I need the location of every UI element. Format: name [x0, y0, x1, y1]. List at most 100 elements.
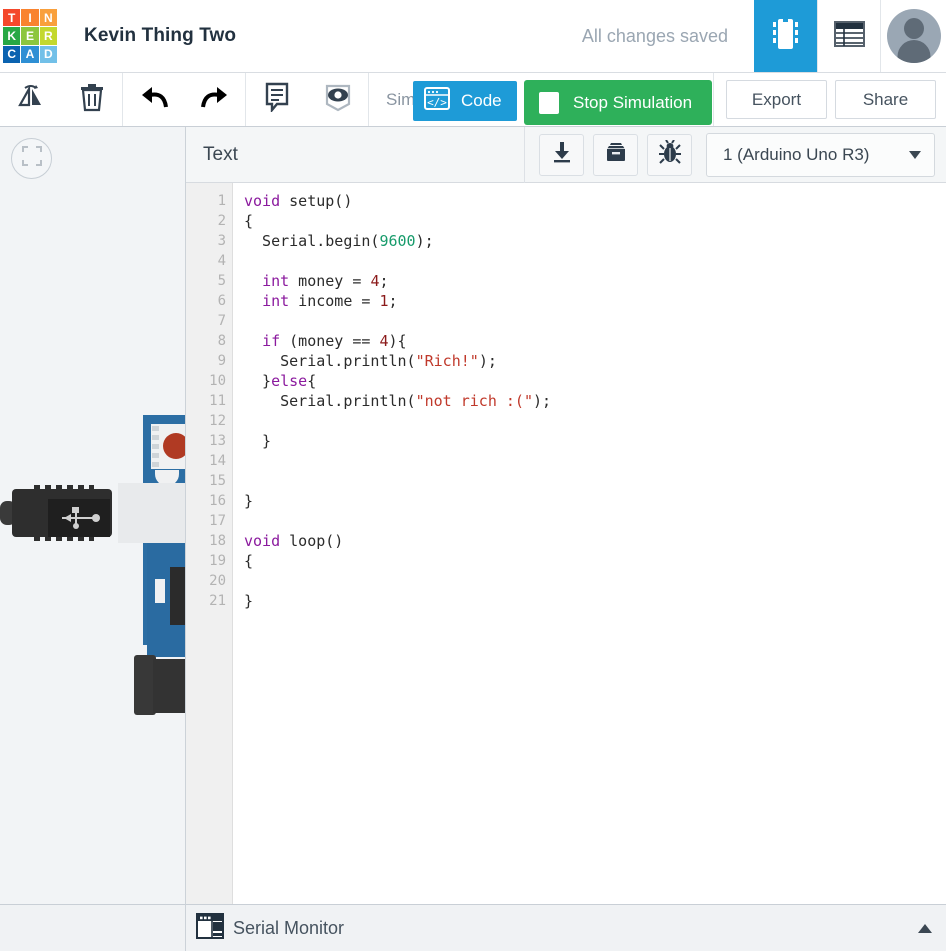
chevron-up-icon[interactable] [918, 923, 932, 933]
code-line: Serial.println("Rich!"); [244, 351, 946, 371]
toolbar-group-view [246, 73, 369, 126]
code-token: loop() [280, 532, 344, 550]
usb-icon [62, 507, 100, 529]
code-token: } [244, 492, 254, 510]
redo-button[interactable] [184, 73, 245, 126]
toolbar-group-actions: Export Share [713, 73, 946, 126]
line-number: 15 [209, 473, 226, 489]
line-number: 21 [209, 593, 226, 609]
redo-icon [200, 85, 230, 114]
code-token: ; [388, 292, 398, 310]
code-editor-panel: Text 1 (Arduino Uno R3) 1 2 3 4 5 6 7 8 … [186, 126, 946, 951]
code-token: } [244, 432, 272, 450]
avatar[interactable] [880, 0, 946, 72]
code-mode-label[interactable]: Text [186, 144, 524, 166]
tinkercad-circuits-app: TINKERCAD Kevin Thing Two All changes sa… [0, 0, 946, 951]
code-token: (money == [280, 332, 380, 350]
code-token: income = [289, 292, 380, 310]
code-line: { [244, 551, 946, 571]
code-text-area[interactable]: void setup(){ Serial.begin(9600); int mo… [233, 183, 946, 904]
line-number: 17 [209, 513, 226, 529]
code-token: } [244, 372, 272, 390]
line-number: 9 [217, 353, 226, 369]
download-code-button[interactable] [539, 133, 584, 176]
code-token: { [244, 552, 254, 570]
usb-symbol-plate [48, 499, 110, 537]
delete-button[interactable] [61, 73, 122, 126]
download-icon [551, 141, 573, 168]
code-token: { [307, 372, 317, 390]
logo-tile-e: E [21, 27, 39, 45]
line-number: 18 [209, 533, 226, 549]
tinkercad-logo[interactable]: TINKERCAD [0, 0, 60, 72]
undo-icon [139, 85, 169, 114]
board-capacitor [155, 579, 165, 603]
code-panel-header: Text 1 (Arduino Uno R3) [186, 126, 946, 183]
zoom-to-fit-button[interactable] [11, 138, 52, 179]
code-token: "not rich :(" [415, 392, 533, 410]
code-line: }else{ [244, 371, 946, 391]
editor-toolbar: Sim </> Code Stop Simulation Export Shar… [0, 73, 946, 127]
code-token: else [271, 372, 308, 390]
code-token: ){ [388, 332, 407, 350]
board-selector-value: 1 (Arduino Uno R3) [723, 144, 870, 164]
code-line: int money = 4; [244, 271, 946, 291]
code-token: "Rich!" [415, 352, 479, 370]
code-header-actions [525, 133, 706, 176]
page-title: Kevin Thing Two [84, 25, 237, 46]
rotate-button[interactable] [0, 73, 61, 126]
delete-icon [80, 83, 104, 117]
line-number: 12 [209, 413, 226, 429]
line-number: 19 [209, 553, 226, 569]
share-button[interactable]: Share [835, 80, 936, 119]
component-list-icon [833, 20, 865, 52]
code-line: { [244, 211, 946, 231]
line-number: 3 [217, 233, 226, 249]
component-list-button[interactable] [817, 0, 880, 72]
stop-icon [539, 91, 559, 114]
code-line: } [244, 591, 946, 611]
undo-button[interactable] [123, 73, 184, 126]
code-line: void loop() [244, 531, 946, 551]
code-button-label: Code [461, 91, 502, 110]
line-number: 14 [209, 453, 226, 469]
code-line: void setup() [244, 191, 946, 211]
archive-box-icon [604, 142, 628, 167]
line-number: 5 [217, 273, 226, 289]
components-panel-button[interactable] [754, 0, 817, 72]
code-token: ); [478, 352, 497, 370]
code-token: int [262, 272, 290, 290]
code-button[interactable]: </> Code [413, 81, 517, 121]
notes-button[interactable] [246, 73, 307, 126]
line-number: 10 [209, 373, 226, 389]
stop-simulation-button[interactable]: Stop Simulation [524, 80, 713, 125]
line-number: 16 [209, 493, 226, 509]
code-token: 1 [379, 292, 389, 310]
libraries-button[interactable] [593, 133, 638, 176]
reset-button-graphic [163, 433, 185, 459]
bug-icon [658, 139, 681, 169]
line-number: 1 [217, 193, 226, 209]
line-number: 20 [209, 573, 226, 589]
chip-icon [772, 17, 799, 56]
debugger-button[interactable] [647, 133, 692, 176]
toolbar-group-edit [0, 73, 123, 126]
circuit-canvas[interactable] [0, 127, 186, 951]
code-token: Serial.begin( [244, 232, 380, 250]
board-selector[interactable]: 1 (Arduino Uno R3) [706, 132, 935, 177]
logo-grid: TINKERCAD [3, 9, 57, 63]
serial-monitor-bar[interactable]: Serial Monitor [186, 904, 946, 951]
code-token: setup() [280, 192, 353, 210]
chevron-down-icon [909, 150, 921, 159]
export-button[interactable]: Export [726, 80, 827, 119]
visibility-button[interactable] [307, 73, 368, 126]
line-number: 4 [217, 253, 226, 269]
serial-bar-left-strip [0, 904, 185, 951]
board-chip [170, 567, 185, 625]
code-editor[interactable]: 1 2 3 4 5 6 7 8 9 10 11 12 13 14 15 16 17 18 19 20 21 void s… [186, 183, 946, 904]
